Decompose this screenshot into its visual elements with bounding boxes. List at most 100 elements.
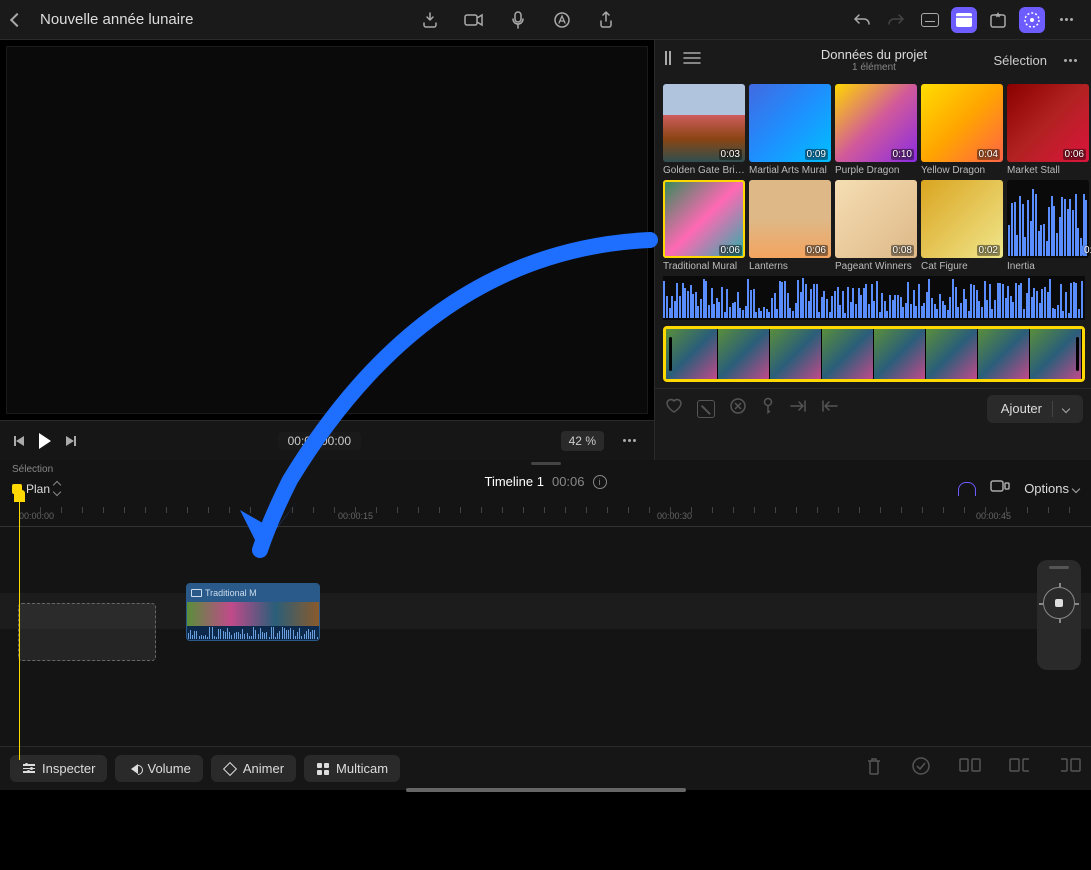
- clip-name: Purple Dragon: [835, 165, 917, 176]
- clip-name: Yellow Dragon: [921, 165, 1003, 176]
- clip-name: Cat Figure: [921, 261, 1003, 272]
- add-to-timeline-button[interactable]: Ajouter: [987, 395, 1083, 423]
- next-frame-button[interactable]: [64, 434, 78, 448]
- viewer-canvas[interactable]: [6, 46, 648, 414]
- enable-disable-button[interactable]: [911, 756, 931, 781]
- clip-item[interactable]: 0:10Purple Dragon: [835, 84, 917, 176]
- multicam-icon: [317, 763, 329, 775]
- browser-more-button[interactable]: [1057, 47, 1083, 73]
- timeline-selection-label: Sélection: [12, 464, 53, 475]
- clip-thumbnail: 0:11: [1007, 180, 1089, 258]
- clip-name: Pageant Winners: [835, 261, 917, 272]
- clip-thumbnail: 0:06: [1007, 84, 1089, 162]
- multicam-button[interactable]: Multicam: [304, 755, 400, 782]
- audio-waveform-preview[interactable]: [663, 276, 1085, 320]
- ellipsis-icon: [1060, 18, 1073, 21]
- ellipsis-icon: [1064, 59, 1077, 62]
- pause-icon[interactable]: [665, 51, 671, 70]
- clip-grid: 0:03Golden Gate Bridge0:09Martial Arts M…: [655, 80, 1091, 272]
- bottom-toolbar: Inspecter Volume Animer Multicam: [0, 746, 1091, 790]
- clip-item[interactable]: 0:09Martial Arts Mural: [749, 84, 831, 176]
- playhead[interactable]: [19, 496, 20, 760]
- snapping-button[interactable]: [958, 482, 976, 496]
- timeline-clip[interactable]: Traditional M: [186, 583, 320, 641]
- inspector-toggle-button[interactable]: [1019, 7, 1045, 33]
- timeline-options-button[interactable]: Options: [1024, 481, 1079, 496]
- favorite-button[interactable]: [665, 398, 683, 419]
- selection-mode-button[interactable]: Sélection: [994, 53, 1047, 68]
- clip-item[interactable]: 0:02Cat Figure: [921, 180, 1003, 272]
- zoom-level[interactable]: 42 %: [561, 431, 604, 451]
- trim-start-button[interactable]: [1009, 756, 1031, 781]
- primary-storyline-track: [0, 593, 1091, 629]
- clip-audio-waveform: [187, 626, 319, 640]
- jog-wheel[interactable]: [1037, 560, 1081, 670]
- titles-button[interactable]: [549, 7, 575, 33]
- keyword-button[interactable]: [761, 397, 775, 420]
- viewer-controls: 00:00:00:00 42 %: [0, 420, 654, 460]
- timeline-tracks[interactable]: Traditional M: [0, 531, 1091, 731]
- redo-button[interactable]: [883, 7, 909, 33]
- clip-duration: 0:06: [1063, 149, 1086, 160]
- top-toolbar: Nouvelle année lunaire: [0, 0, 1091, 40]
- viewer-options-button[interactable]: [616, 428, 642, 454]
- volume-button[interactable]: Volume: [115, 755, 202, 782]
- timeline-header: Sélection Plan Timeline 1 00:06 i Option…: [0, 460, 1091, 499]
- timeline-panel: Sélection Plan Timeline 1 00:06 i Option…: [0, 460, 1091, 760]
- play-icon: [39, 433, 51, 449]
- timeline-ruler[interactable]: 00:00:0000:00:1500:00:3000:00:45: [0, 507, 1091, 527]
- selected-clip-filmstrip[interactable]: [663, 326, 1085, 382]
- clip-duration: 0:08: [891, 245, 914, 256]
- play-button[interactable]: [38, 434, 52, 448]
- list-view-button[interactable]: [683, 51, 701, 70]
- split-button[interactable]: [959, 756, 981, 781]
- inspect-button[interactable]: Inspecter: [10, 755, 107, 782]
- timeline-duration: 00:06: [552, 474, 585, 489]
- clip-item[interactable]: 0:04 Yellow Dragon: [921, 84, 1003, 176]
- clip-name: Lanterns: [749, 261, 831, 272]
- voiceover-button[interactable]: [505, 7, 531, 33]
- tools-button[interactable]: [990, 478, 1010, 499]
- clip-item[interactable]: 0:06 Lanterns: [749, 180, 831, 272]
- timecode-display[interactable]: 00:00:00:00: [278, 432, 361, 450]
- clip-item[interactable]: 0:11Inertia: [1007, 180, 1089, 272]
- chevron-left-icon: [10, 12, 24, 26]
- back-button[interactable]: Nouvelle année lunaire: [12, 11, 193, 28]
- previous-frame-button[interactable]: [12, 434, 26, 448]
- clip-duration: 0:06: [805, 245, 828, 256]
- more-options-button[interactable]: [1053, 7, 1079, 33]
- media-browser: Données du projet 1 élément Sélection 0:…: [655, 40, 1091, 460]
- import-button[interactable]: [417, 7, 443, 33]
- info-icon[interactable]: i: [593, 475, 607, 489]
- media-browser-button[interactable]: [951, 7, 977, 33]
- clip-thumbnail: 0:03: [663, 84, 745, 162]
- marker-in-button[interactable]: [789, 399, 807, 418]
- delete-button[interactable]: [865, 756, 883, 781]
- share-button[interactable]: [593, 7, 619, 33]
- jog-dial-icon: [1043, 587, 1075, 619]
- clip-item[interactable]: 0:06Market Stall: [1007, 84, 1089, 176]
- home-indicator: [406, 788, 686, 792]
- marker-out-button[interactable]: [821, 399, 839, 418]
- trim-end-button[interactable]: [1059, 756, 1081, 781]
- clip-item[interactable]: 0:06 Traditional Mural: [663, 180, 745, 272]
- clip-item[interactable]: 0:08 Pageant Winners: [835, 180, 917, 272]
- clip-duration: 0:06: [719, 245, 742, 256]
- clip-duration: 0:11: [1082, 245, 1086, 256]
- clip-thumbnails: [187, 602, 319, 626]
- clip-thumbnail: 0:04: [921, 84, 1003, 162]
- reject-button[interactable]: [697, 400, 715, 418]
- clip-name: Traditional Mural: [663, 261, 745, 272]
- clear-rating-button[interactable]: [729, 397, 747, 420]
- effects-browser-button[interactable]: [985, 7, 1011, 33]
- clip-label: Traditional M: [205, 588, 257, 598]
- timeline-title-group: Timeline 1 00:06 i: [484, 474, 606, 489]
- project-title: Nouvelle année lunaire: [40, 11, 193, 28]
- top-center-toolbar: [417, 7, 619, 33]
- camera-button[interactable]: [461, 7, 487, 33]
- timeline-title: Timeline 1: [484, 474, 543, 489]
- undo-button[interactable]: [849, 7, 875, 33]
- captions-button[interactable]: [917, 7, 943, 33]
- clip-item[interactable]: 0:03Golden Gate Bridge: [663, 84, 745, 176]
- animate-button[interactable]: Animer: [211, 755, 296, 782]
